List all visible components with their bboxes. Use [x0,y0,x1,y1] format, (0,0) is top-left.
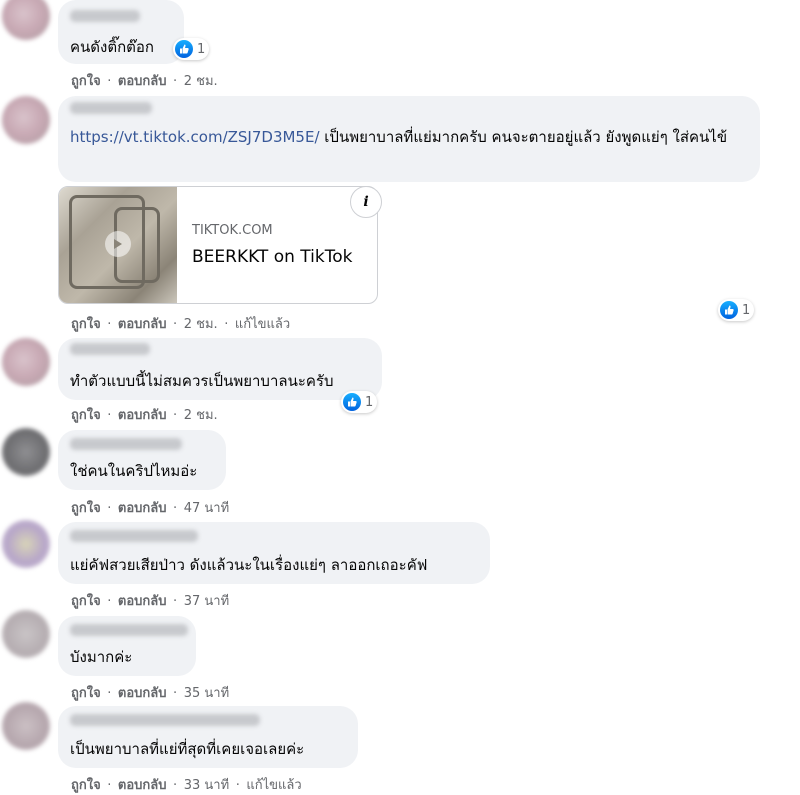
separator: · [107,317,112,332]
reply-action[interactable]: ตอบกลับ [118,74,167,89]
comment-actions: ถูกใจ · ตอบกลับ · 47 นาที [71,497,229,518]
reaction-number: 1 [742,302,751,318]
comment-actions: ถูกใจ · ตอบกลับ · 2 ชม. [71,70,218,91]
reaction-count[interactable]: 1 [341,391,378,413]
author-name-blurred[interactable] [70,438,182,450]
comment-actions: ถูกใจ · ตอบกลับ · 33 นาที · แก้ไขแล้ว [71,774,302,795]
avatar[interactable] [2,610,50,658]
avatar[interactable] [2,96,50,144]
separator: · [235,778,240,793]
timestamp[interactable]: 2 ชม. [184,74,218,89]
reply-action[interactable]: ตอบกลับ [118,594,167,609]
video-thumbnail[interactable] [59,187,177,303]
separator: · [107,74,112,89]
comment-bubble: คนดังติ๊กต๊อก [58,0,184,64]
author-name-blurred[interactable] [70,530,198,542]
comment-text: เป็นพยาบาลที่แย่ที่สุดที่เคยเจอเลยค่ะ [70,740,305,758]
comment-text: ทำตัวแบบนี้ไม่สมควรเป็นพยาบาลนะครับ [70,372,334,390]
avatar[interactable] [2,428,50,476]
preview-domain: TIKTOK.COM [192,223,273,238]
comment-text: ใช่คนในคริปไหมอ่ะ [70,462,198,480]
separator: · [173,317,178,332]
timestamp[interactable]: 33 นาที [184,778,229,793]
like-action[interactable]: ถูกใจ [71,594,101,609]
separator: · [173,594,178,609]
edited-label[interactable]: แก้ไขแล้ว [235,317,290,332]
like-action[interactable]: ถูกใจ [71,501,101,516]
separator: · [224,317,229,332]
reaction-number: 1 [197,41,206,57]
thumbs-up-icon [343,393,361,411]
play-icon[interactable] [105,231,131,257]
thumbs-up-icon [175,40,193,58]
like-action[interactable]: ถูกใจ [71,317,101,332]
comment-actions: ถูกใจ · ตอบกลับ · 2 ชม. · แก้ไขแล้ว [71,313,290,334]
comment-bubble: เป็นพยาบาลที่แย่ที่สุดที่เคยเจอเลยค่ะ [58,706,358,768]
comment-link[interactable]: https://vt.tiktok.com/ZSJ7D3M5E/ [70,128,320,146]
separator: · [107,778,112,793]
thumbs-up-icon [720,301,738,319]
reply-action[interactable]: ตอบกลับ [118,501,167,516]
comment-text: แย่คัฟสวยเสียป่าว ดังแล้วนะในเรื่องแย่ๆ … [70,556,428,574]
like-action[interactable]: ถูกใจ [71,74,101,89]
like-action[interactable]: ถูกใจ [71,408,101,423]
comment-bubble: https://vt.tiktok.com/ZSJ7D3M5E/ เป็นพยา… [58,96,760,182]
separator: · [173,778,178,793]
separator: · [107,594,112,609]
timestamp[interactable]: 37 นาที [184,594,229,609]
separator: · [107,686,112,701]
comment-actions: ถูกใจ · ตอบกลับ · 35 นาที [71,682,229,703]
like-action[interactable]: ถูกใจ [71,686,101,701]
author-name-blurred[interactable] [70,10,140,22]
comment-actions: ถูกใจ · ตอบกลับ · 37 นาที [71,590,229,611]
reaction-number: 1 [365,394,374,410]
link-preview-card[interactable]: TIKTOK.COM BEERKKT on TikTok [58,186,378,304]
avatar[interactable] [2,0,50,40]
comment-text: https://vt.tiktok.com/ZSJ7D3M5E/ เป็นพยา… [70,126,750,148]
comment-body: เป็นพยาบาลที่แย่มากครับ คนจะตายอยู่แล้ว … [324,128,728,146]
reaction-count[interactable]: 1 [718,299,755,321]
reply-action[interactable]: ตอบกลับ [118,408,167,423]
separator: · [173,74,178,89]
reply-action[interactable]: ตอบกลับ [118,778,167,793]
comment-actions: ถูกใจ · ตอบกลับ · 2 ชม. [71,404,218,425]
reply-action[interactable]: ตอบกลับ [118,317,167,332]
author-name-blurred[interactable] [70,624,188,636]
preview-title[interactable]: BEERKKT on TikTok [192,247,352,267]
like-action[interactable]: ถูกใจ [71,778,101,793]
avatar[interactable] [2,702,50,750]
comment-bubble: ใช่คนในคริปไหมอ่ะ [58,430,226,490]
comment-text: คนดังติ๊กต๊อก [70,38,155,56]
separator: · [173,501,178,516]
separator: · [107,408,112,423]
timestamp[interactable]: 35 นาที [184,686,229,701]
comment-text: บังมากค่ะ [70,648,133,666]
separator: · [173,686,178,701]
timestamp[interactable]: 2 ชม. [184,317,218,332]
comment-bubble: แย่คัฟสวยเสียป่าว ดังแล้วนะในเรื่องแย่ๆ … [58,522,490,584]
author-name-blurred[interactable] [70,343,150,355]
reaction-count[interactable]: 1 [173,38,210,60]
info-icon[interactable]: i [350,186,382,218]
author-name-blurred[interactable] [70,102,152,114]
separator: · [173,408,178,423]
timestamp[interactable]: 47 นาที [184,501,229,516]
reply-action[interactable]: ตอบกลับ [118,686,167,701]
avatar[interactable] [2,338,50,386]
edited-label[interactable]: แก้ไขแล้ว [246,778,301,793]
comment-bubble: ทำตัวแบบนี้ไม่สมควรเป็นพยาบาลนะครับ [58,338,382,400]
avatar[interactable] [2,520,50,568]
timestamp[interactable]: 2 ชม. [184,408,218,423]
separator: · [107,501,112,516]
author-name-blurred[interactable] [70,714,260,726]
comment-bubble: บังมากค่ะ [58,616,196,676]
